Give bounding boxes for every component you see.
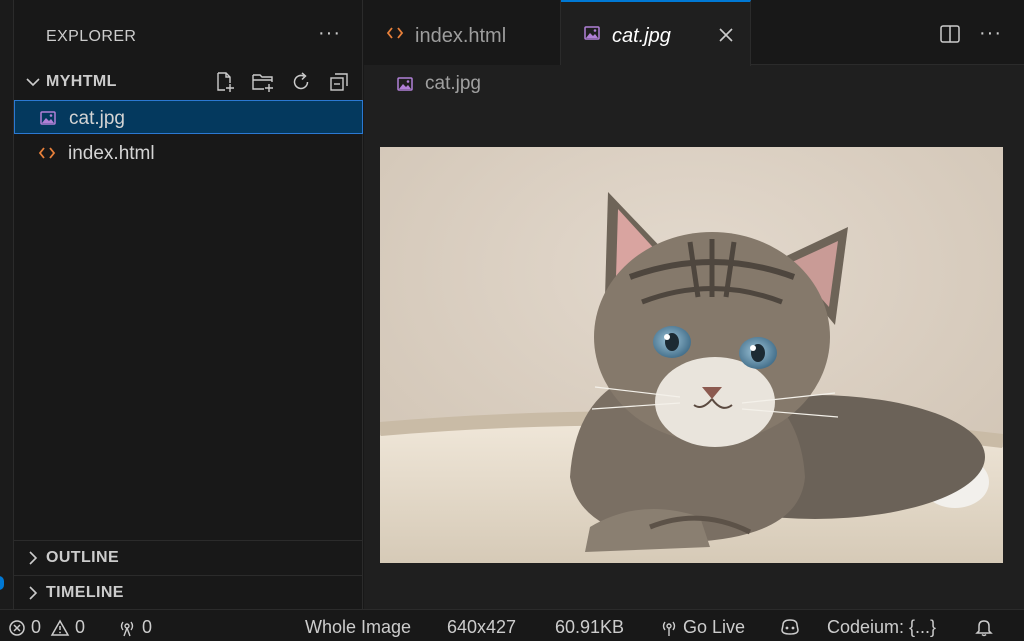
dimensions-label: 640x427 (447, 617, 517, 637)
image-file-size: 60.91KB (555, 617, 624, 638)
bell-icon (975, 620, 993, 637)
tab-cat-jpg[interactable]: cat.jpg (561, 0, 751, 66)
copilot-status[interactable] (779, 617, 801, 637)
warning-icon (50, 618, 70, 636)
refresh-icon[interactable] (287, 69, 315, 95)
error-icon (9, 619, 25, 636)
new-file-icon[interactable] (211, 69, 239, 95)
html-file-icon (38, 147, 56, 159)
explorer-header: EXPLORER ··· (14, 0, 363, 65)
editor-area: index.html cat.jpg ··· cat.jpg (364, 0, 1024, 609)
tree-item-cat-jpg[interactable]: cat.jpg (14, 100, 363, 134)
ellipsis-icon[interactable]: ··· (979, 22, 1002, 45)
tab-index-html[interactable]: index.html (364, 0, 561, 65)
folder-label: MYHTML (46, 73, 117, 90)
tree-item-index-html[interactable]: index.html (14, 136, 363, 170)
new-folder-icon[interactable] (249, 69, 277, 95)
status-bar: 0 0 0 Whole Image 640x427 60.91KB Go Liv… (0, 609, 1024, 641)
codeium-status[interactable]: Codeium: {...} (827, 617, 936, 638)
close-icon[interactable] (716, 25, 736, 45)
broadcast-icon (120, 621, 134, 636)
tree-item-label: cat.jpg (69, 108, 125, 129)
image-file-icon (40, 111, 56, 125)
go-live-button[interactable]: Go Live (660, 617, 745, 638)
collapse-all-icon[interactable] (325, 69, 353, 95)
tab-label: index.html (415, 25, 507, 47)
breadcrumb-label: cat.jpg (425, 73, 481, 94)
notifications-button[interactable] (974, 617, 994, 637)
activity-bar-edge (0, 0, 14, 641)
warning-count: 0 (75, 617, 86, 637)
html-file-icon (386, 27, 404, 39)
chevron-down-icon (26, 78, 40, 87)
editor-actions: ··· (939, 22, 1002, 45)
codeium-label: Codeium: {...} (827, 617, 937, 637)
section-outline[interactable]: OUTLINE (14, 540, 363, 574)
copilot-icon (781, 619, 799, 635)
image-file-icon (397, 77, 413, 91)
problems-indicator[interactable]: 0 0 (8, 617, 85, 638)
ports-indicator[interactable]: 0 (117, 617, 152, 638)
image-preview[interactable] (380, 147, 1003, 563)
explorer-sidebar: EXPLORER ··· MYHTML cat.jpg index.html O… (14, 0, 363, 609)
chevron-right-icon (29, 586, 38, 600)
tab-bar: index.html cat.jpg ··· (364, 0, 1024, 66)
explorer-title: EXPLORER (46, 28, 137, 45)
error-count: 0 (31, 617, 42, 637)
ports-count: 0 (142, 617, 153, 637)
zoom-label: Whole Image (305, 617, 412, 637)
image-zoom-status[interactable]: Whole Image (305, 617, 411, 638)
image-dimensions: 640x427 (447, 617, 516, 638)
folder-header-myhtml[interactable]: MYHTML (14, 65, 363, 99)
tab-label: cat.jpg (612, 25, 671, 47)
ellipsis-icon[interactable]: ··· (318, 22, 341, 45)
split-editor-icon[interactable] (939, 23, 961, 45)
folder-actions (211, 69, 353, 95)
file-size-label: 60.91KB (555, 617, 625, 637)
tree-item-label: index.html (68, 143, 155, 164)
cat-photo (380, 147, 1003, 563)
section-timeline[interactable]: TIMELINE (14, 575, 363, 609)
chevron-right-icon (29, 551, 38, 565)
broadcast-icon (662, 621, 676, 636)
section-timeline-label: TIMELINE (46, 584, 124, 601)
image-file-icon (584, 26, 600, 40)
go-live-label: Go Live (683, 617, 746, 637)
section-outline-label: OUTLINE (46, 549, 120, 566)
